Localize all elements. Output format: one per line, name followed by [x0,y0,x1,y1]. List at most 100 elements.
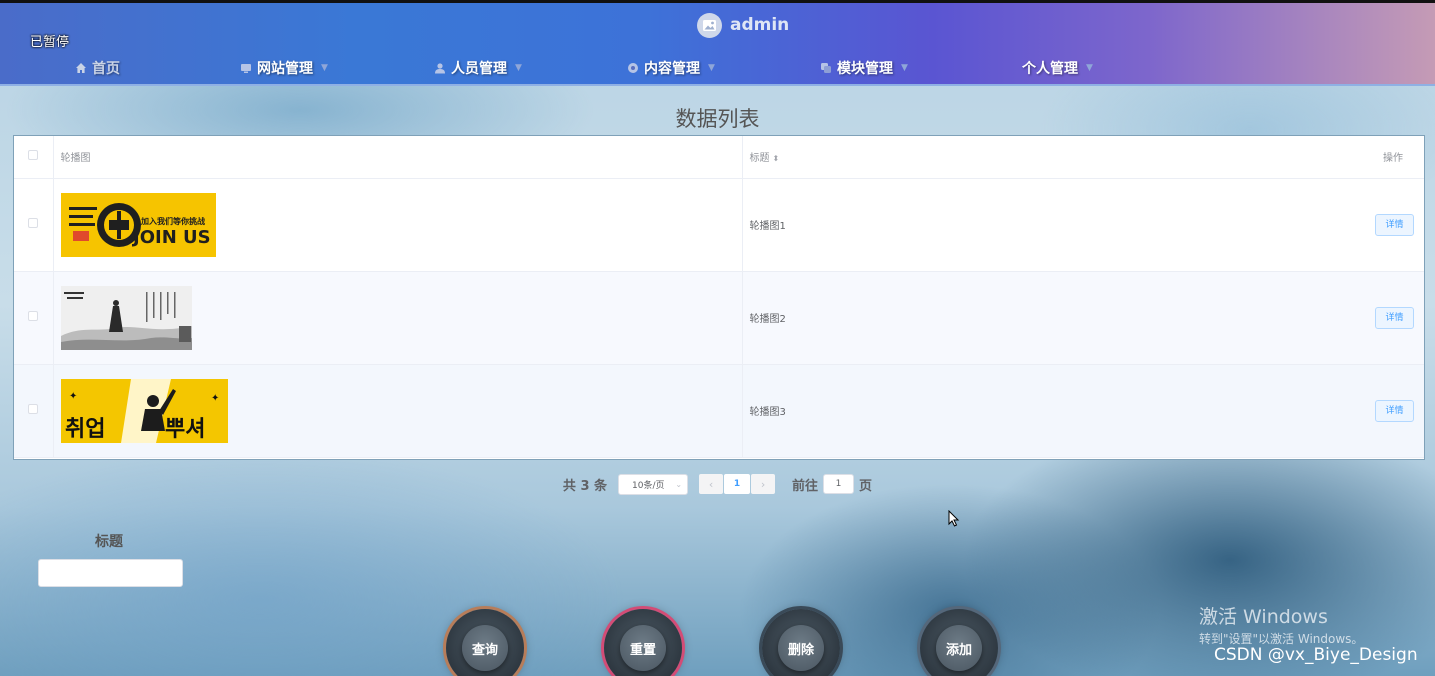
page-title: 数据列表 [675,107,760,131]
header-bar: 已暂停 admin 首页 网站管理 ▼ 人员管理 ▼ 内容管理 ▼ 模块管理 ▼… [0,3,1435,86]
pagination-total: 共 3 条 [562,478,608,494]
title-cell: 轮播图1 [742,178,1361,272]
banner-image [60,285,192,350]
table-row: 轮播图2 详情 [14,271,1424,365]
module-icon [821,63,831,73]
page-jumper: 前往 1 页 [792,474,872,494]
next-page-button[interactable]: › [751,474,776,494]
add-button[interactable]: 添加 [920,609,998,676]
banner-image: 加入我们 等你挑战 JOIN US [60,192,216,257]
column-header-actions: 操作 [1361,136,1424,179]
chevron-down-icon: ▼ [901,63,908,73]
select-all-checkbox[interactable] [28,150,39,161]
nav-item-label: 内容管理 [644,61,700,77]
row-select-cell [14,364,54,458]
svg-text:等你挑战: 等你挑战 [172,216,205,226]
user-icon [435,63,445,74]
row-checkbox[interactable] [28,311,39,321]
nav-item-personnel-management[interactable]: 人员管理 ▼ [434,55,522,81]
image-icon [703,19,716,31]
nav-item-site-management[interactable]: 网站管理 ▼ [240,55,328,81]
title-cell: 轮播图2 [742,271,1361,365]
nav-item-content-management[interactable]: 内容管理 ▼ [627,55,715,81]
page-number-current[interactable]: 1 [724,474,751,494]
reset-button[interactable]: 重置 [604,609,682,676]
user-info[interactable]: admin [697,12,789,38]
svg-text:JOIN US: JOIN US [131,227,211,248]
data-table: 轮播图 标题 ⬍ 操作 加入我们 等你挑战 JOIN US 轮播图1 详情 轮播… [13,135,1425,460]
row-select-cell [14,178,54,272]
add-button-label: 添加 [936,625,982,671]
monitor-icon [241,64,251,73]
svg-text:뿌셔: 뿌셔 [165,417,205,442]
image-cell [53,271,743,365]
title-cell: 轮播图3 [742,364,1361,458]
prev-page-button[interactable]: ‹ [699,474,724,494]
paused-label: 已暂停 [30,35,70,50]
row-checkbox[interactable] [28,404,39,414]
nav-item-label: 首页 [92,61,120,77]
mouse-cursor-icon [948,510,960,527]
select-all-cell [14,136,54,179]
actions-cell: 详情 [1361,271,1424,365]
row-checkbox[interactable] [28,218,39,228]
chevron-down-icon: ▼ [515,63,522,73]
delete-button[interactable]: 删除 [762,609,840,676]
main-nav: 首页 网站管理 ▼ 人员管理 ▼ 内容管理 ▼ 模块管理 ▼ 个人管理 ▼ [0,55,1435,81]
content-icon [628,63,638,73]
banner-art: 加入我们 等你挑战 JOIN US [60,192,216,257]
svg-text:加入我们: 加入我们 [140,216,173,226]
page-size-value: 10条/页 [632,480,665,491]
column-header-label: 标题 [749,153,770,165]
goto-page-input[interactable]: 1 [823,474,855,494]
column-header-label: 轮播图 [60,153,91,165]
csdn-watermark: CSDN @vx_Biye_Design [1214,645,1418,665]
banner-art: 취업 뿌셔 ✦ ✦ [60,378,228,443]
username[interactable]: admin [730,15,789,35]
svg-text:✦: ✦ [69,391,77,402]
chevron-down-icon: ▼ [321,63,328,73]
page-suffix-label: 页 [859,478,873,494]
pagination: 共 3 条 10条/页 ⌄ ‹ 1 › 前往 1 页 [0,473,1435,495]
image-cell: 취업 뿌셔 ✦ ✦ [53,364,743,458]
search-title-label: 标题 [95,534,123,550]
svg-text:✦: ✦ [211,393,219,404]
query-button-label: 查询 [462,625,508,671]
detail-button[interactable]: 详情 [1375,399,1414,422]
table-header-row: 轮播图 标题 ⬍ 操作 [14,136,1424,179]
chevron-down-icon: ⌄ [675,479,683,489]
row-select-cell [14,271,54,365]
reset-button-label: 重置 [620,625,666,671]
banner-art [60,285,192,350]
page-size-select[interactable]: 10条/页 ⌄ [618,473,689,495]
query-button[interactable]: 查询 [446,609,524,676]
nav-item-home[interactable]: 首页 [75,55,120,81]
column-header-label: 操作 [1383,153,1403,165]
table-row: 加入我们 等你挑战 JOIN US 轮播图1 详情 [14,178,1424,272]
column-header-image: 轮播图 [53,136,743,179]
banner-image: 취업 뿌셔 ✦ ✦ [60,378,228,443]
nav-item-personal-management[interactable]: 个人管理 ▼ [1022,55,1093,81]
svg-text:취업: 취업 [65,417,105,442]
sort-icon[interactable]: ⬍ [773,154,780,163]
windows-activation-notice: 激活 Windows 转到"设置"以激活 Windows。 [1199,602,1363,647]
column-header-title[interactable]: 标题 ⬍ [742,136,1361,179]
detail-button[interactable]: 详情 [1375,306,1414,329]
nav-item-label: 模块管理 [837,61,893,77]
chevron-down-icon: ▼ [708,63,715,73]
nav-item-label: 个人管理 [1022,61,1078,77]
detail-button[interactable]: 详情 [1375,213,1414,236]
goto-label: 前往 [792,478,819,494]
nav-item-label: 网站管理 [257,61,313,77]
image-cell: 加入我们 等你挑战 JOIN US [53,178,743,272]
table-row: 취업 뿌셔 ✦ ✦ 轮播图3 详情 [14,364,1424,458]
activation-title: 激活 Windows [1199,606,1328,628]
nav-item-module-management[interactable]: 模块管理 ▼ [820,55,908,81]
title-search-input[interactable] [38,559,183,587]
delete-button-label: 删除 [778,625,824,671]
avatar[interactable] [697,12,722,38]
actions-cell: 详情 [1361,364,1424,458]
home-icon [76,63,86,73]
nav-item-label: 人员管理 [451,61,507,77]
actions-cell: 详情 [1361,178,1424,272]
